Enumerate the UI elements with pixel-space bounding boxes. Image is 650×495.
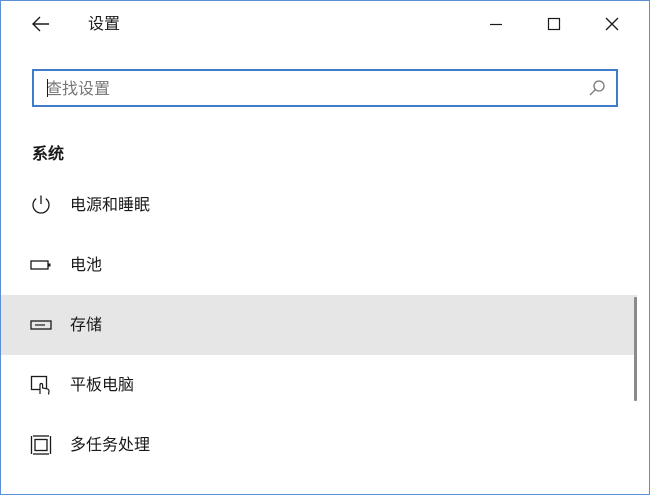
search-icon[interactable] [588,79,606,97]
nav-item-tablet[interactable]: 平板电脑 [1,355,637,415]
nav-item-label: 电池 [70,255,103,274]
back-button[interactable] [21,7,61,41]
storage-drive-icon [29,313,53,337]
battery-icon [29,253,53,277]
text-caret [47,79,48,97]
nav-item-storage[interactable]: 存储 [1,295,637,355]
back-arrow-icon [32,16,49,32]
multitasking-icon [29,433,53,457]
nav-item-label: 存储 [70,315,103,334]
title-bar: 设置 [1,1,649,47]
nav-item-label: 电源和睡眠 [70,195,151,214]
close-button[interactable] [589,5,635,43]
search-input[interactable] [46,71,576,105]
maximize-button[interactable] [531,5,577,43]
minimize-button[interactable] [473,5,519,43]
scrollbar-thumb[interactable] [634,297,637,401]
nav-item-label: 多任务处理 [70,435,151,454]
window-title: 设置 [88,14,121,33]
minimize-icon [490,23,502,26]
settings-window: 设置 系统 [0,0,650,495]
settings-nav: 电源和睡眠 电池 存储 平板电脑 多任务处理 [1,175,637,475]
search-box[interactable] [32,69,618,107]
nav-item-power-sleep[interactable]: 电源和睡眠 [1,175,637,235]
nav-item-label: 平板电脑 [70,375,135,394]
nav-item-multitasking[interactable]: 多任务处理 [1,415,637,475]
nav-item-battery[interactable]: 电池 [1,235,637,295]
power-icon [29,193,53,217]
tablet-mode-icon [29,373,53,397]
section-heading: 系统 [32,144,65,163]
maximize-icon [547,17,561,31]
close-icon [605,17,619,31]
